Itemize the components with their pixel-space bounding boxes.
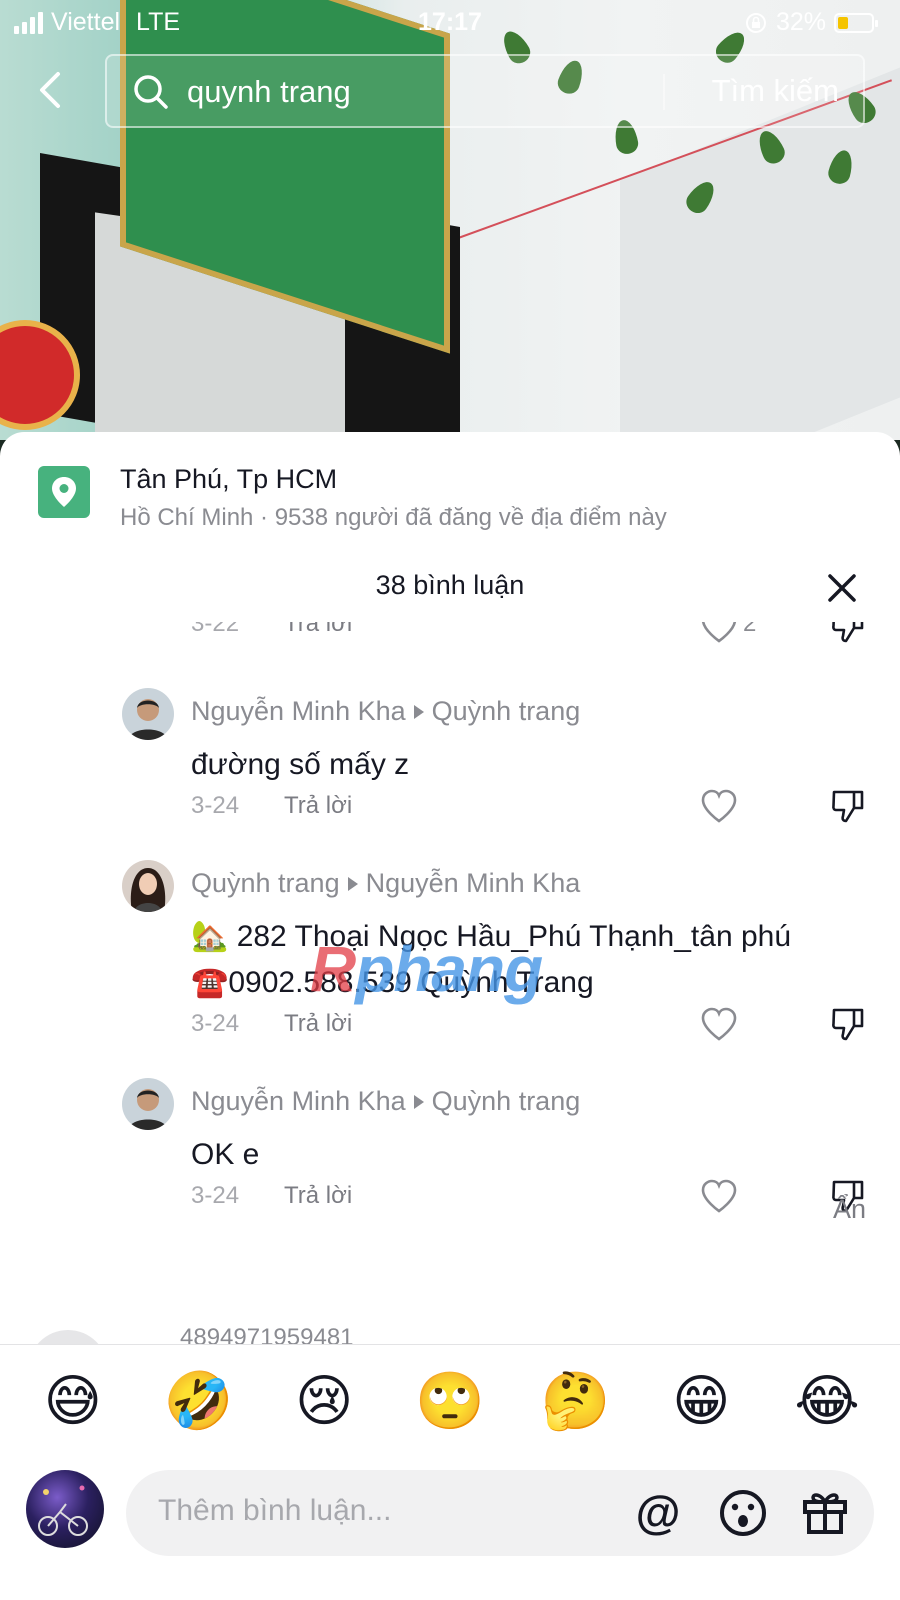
search-divider <box>663 74 665 110</box>
emoji-picker-icon[interactable] <box>718 1488 768 1538</box>
avatar[interactable] <box>28 1330 108 1344</box>
reply-button[interactable]: Trả lời <box>284 1182 352 1210</box>
close-icon[interactable] <box>824 570 860 606</box>
battery-level <box>838 16 849 29</box>
reply-arrow-icon <box>347 876 358 891</box>
comment-list[interactable]: 3-22 Trả lời 2 Nguyễn Minh Kha Quỳnh tra… <box>0 622 900 1344</box>
reply-to-user[interactable]: Quỳnh trang <box>432 1086 581 1117</box>
search-input[interactable]: quynh trang <box>187 74 351 110</box>
location-row[interactable]: Tân Phú, Tp HCM Hồ Chí Minh · 9538 người… <box>38 464 858 534</box>
comment-author[interactable]: Nguyễn Minh Kha <box>191 696 406 727</box>
back-arrow-icon[interactable] <box>30 68 70 112</box>
comment-date: 3-24 <box>191 1182 240 1209</box>
avatar[interactable] <box>122 860 174 912</box>
emoji-cry[interactable]: 😢 <box>289 1372 359 1429</box>
comment-author[interactable]: Quỳnh trang <box>191 868 340 899</box>
location-subtitle: Hồ Chí Minh · 9538 người đã đăng về địa … <box>120 504 667 531</box>
search-button[interactable]: Tìm kiếm <box>712 73 839 109</box>
comment-author-line: Nguyễn Minh Kha Quỳnh trang <box>191 1086 580 1117</box>
map-pin-icon <box>38 466 90 518</box>
comment-input-row: Thêm bình luận... @ <box>0 1456 900 1600</box>
like-count: 2 <box>743 622 757 637</box>
reply-to-user[interactable]: Nguyễn Minh Kha <box>366 868 581 899</box>
comment-author[interactable]: Nguyễn Minh Kha <box>191 1086 406 1117</box>
gift-icon[interactable] <box>800 1486 850 1536</box>
comment-item: Quỳnh trang Nguyễn Minh Kha 🏡 282 Thoại … <box>0 860 900 1060</box>
comments-count: 38 bình luận <box>375 570 525 600</box>
heart-icon[interactable] <box>700 1178 738 1214</box>
avatar[interactable] <box>122 688 174 740</box>
comment-item: Nguyễn Minh Kha Quỳnh trang đường số mấy… <box>0 688 900 838</box>
mention-button[interactable]: @ <box>632 1486 684 1538</box>
heart-icon[interactable] <box>700 622 738 644</box>
emoji-rofl[interactable]: 🤣 <box>164 1372 234 1429</box>
location-name: Tân Phú, Tp HCM <box>120 464 338 494</box>
reply-arrow-icon <box>413 704 424 719</box>
comment-item: Nguyễn Minh Kha Quỳnh trang OK e 3-24 Tr… <box>0 1078 900 1228</box>
hide-replies-button[interactable]: Ẩn <box>833 1194 866 1225</box>
dislike-icon[interactable] <box>830 1006 866 1042</box>
emoji-eye-roll[interactable]: 🙄 <box>415 1372 485 1429</box>
emoji-thinking[interactable]: 🤔 <box>541 1372 611 1429</box>
status-bar: Viettel LTE 17:17 32% <box>0 0 900 44</box>
emoji-grin[interactable]: 😁 <box>666 1372 736 1429</box>
dislike-icon[interactable] <box>830 788 866 824</box>
reply-button[interactable]: Trả lời <box>284 792 352 820</box>
my-avatar[interactable] <box>26 1470 104 1548</box>
comment-text: đường số mấy z <box>191 748 410 781</box>
comment-text-line: ☎️0902.588.539 Quỳnh Trang <box>191 966 594 999</box>
reply-arrow-icon <box>413 1094 424 1109</box>
status-right: 32% <box>744 8 878 37</box>
comment-text-line: 🏡 282 Thoại Ngọc Hầu_Phú Thạnh_tân phú <box>191 920 792 953</box>
emoji-joy[interactable]: 😂 <box>792 1372 862 1429</box>
comment-date: 3-24 <box>191 1010 240 1037</box>
comment-date: 3-22 <box>191 622 240 637</box>
dislike-icon[interactable] <box>830 622 866 644</box>
avatar[interactable] <box>122 1078 174 1130</box>
comment-sheet: Tân Phú, Tp HCM Hồ Chí Minh · 9538 người… <box>0 432 900 1600</box>
comment-author-line: Quỳnh trang Nguyễn Minh Kha <box>191 868 580 899</box>
comment-text: OK e <box>191 1138 260 1171</box>
orientation-lock-icon <box>745 12 766 33</box>
partial-comment-meta: 3-22 Trả lời 2 <box>0 622 900 652</box>
emoji-bar: 😅 🤣 😢 🙄 🤔 😁 😂 <box>0 1344 900 1456</box>
comment-input-placeholder: Thêm bình luận... <box>158 1494 392 1527</box>
heart-icon[interactable] <box>700 1006 738 1042</box>
search-icon <box>134 75 168 109</box>
comment-text: 🏡 282 Thoại Ngọc Hầu_Phú Thạnh_tân phú ☎… <box>191 914 881 1006</box>
comment-author-line: Nguyễn Minh Kha Quỳnh trang <box>191 696 580 727</box>
search-bar[interactable]: quynh trang Tìm kiếm <box>105 54 865 128</box>
battery-percent: 32% <box>775 8 826 36</box>
battery-icon <box>834 12 878 33</box>
reply-to-user[interactable]: Quỳnh trang <box>432 696 581 727</box>
reply-button[interactable]: Trả lời <box>284 1010 352 1038</box>
comment-author[interactable]: 4894971959481 <box>180 1324 354 1344</box>
comment-date: 3-24 <box>191 792 240 819</box>
emoji-sweat-smile[interactable]: 😅 <box>38 1372 108 1429</box>
heart-icon[interactable] <box>700 788 738 824</box>
reply-button[interactable]: Trả lời <box>284 622 352 638</box>
